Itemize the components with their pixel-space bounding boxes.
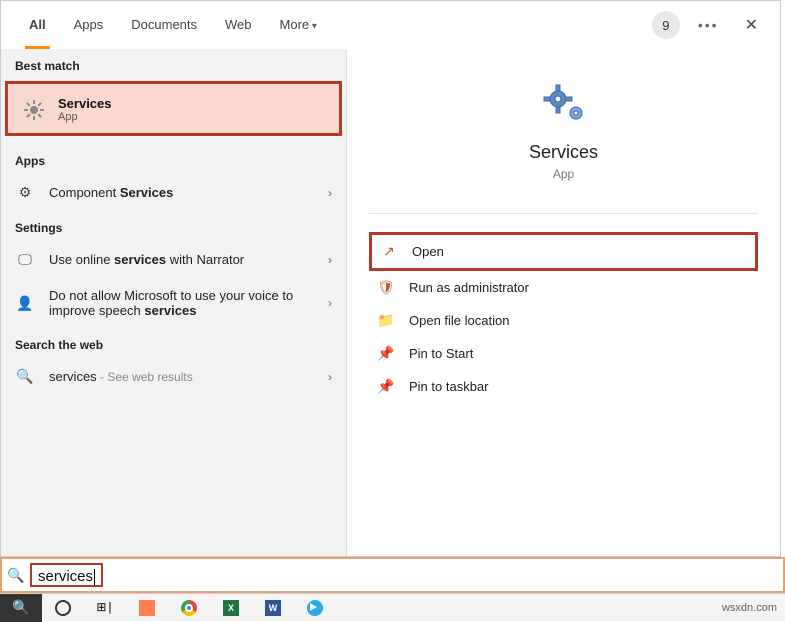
watermark-text: wsxdn.com [722, 602, 785, 614]
chevron-right-icon: › [328, 370, 332, 384]
gear-icon: ⚙ [15, 184, 35, 201]
pin-icon: 📌 [377, 345, 395, 362]
search-input[interactable]: services [30, 563, 103, 587]
person-icon: 👤 [15, 295, 35, 312]
result-component-services[interactable]: ⚙ Component Services › [1, 174, 346, 211]
result-speech-services[interactable]: 👤 Do not allow Microsoft to use your voi… [1, 278, 346, 328]
best-match-subtitle: App [58, 111, 112, 123]
close-icon[interactable]: ✕ [737, 15, 766, 35]
taskbar-cortana-icon[interactable] [42, 594, 84, 622]
tab-more[interactable]: More [266, 1, 331, 49]
section-web: Search the web [1, 328, 346, 358]
action-pin-taskbar[interactable]: 📌 Pin to taskbar [369, 370, 758, 403]
shield-icon: 🛡 [377, 279, 395, 296]
details-pane: Services App ↗ Open 🛡 Run as administrat… [346, 49, 780, 556]
filter-tabs: All Apps Documents Web More 9 ••• ✕ [1, 1, 780, 49]
reward-badge[interactable]: 9 [652, 11, 680, 39]
action-open[interactable]: ↗ Open [369, 232, 758, 271]
section-best-match: Best match [1, 49, 346, 79]
more-options-icon[interactable]: ••• [698, 17, 719, 33]
folder-icon: 📁 [377, 312, 395, 329]
result-label: Component Services [49, 185, 314, 200]
result-web-services[interactable]: 🔍 services - See web results › [1, 358, 346, 395]
chevron-right-icon: › [328, 186, 332, 200]
services-app-icon [538, 79, 590, 127]
best-match-title: Services [58, 96, 112, 111]
action-file-location[interactable]: 📁 Open file location [369, 304, 758, 337]
results-list: Best match Services App Apps ⚙ Component… [1, 49, 346, 556]
result-label: Use online services with Narrator [49, 252, 314, 267]
taskbar-excel-icon[interactable]: X [210, 594, 252, 622]
result-narrator-services[interactable]: 🖵 Use online services with Narrator › [1, 241, 346, 278]
action-pin-start[interactable]: 📌 Pin to Start [369, 337, 758, 370]
action-label: Run as administrator [409, 280, 529, 295]
action-run-admin[interactable]: 🛡 Run as administrator [369, 271, 758, 304]
taskbar-word-icon[interactable]: W [252, 594, 294, 622]
taskbar-telegram-icon[interactable] [294, 594, 336, 622]
open-icon: ↗ [380, 243, 398, 260]
result-label: services - See web results [49, 369, 314, 384]
section-settings: Settings [1, 211, 346, 241]
tab-apps[interactable]: Apps [60, 1, 118, 49]
taskbar-search-icon[interactable]: 🔍 [0, 594, 42, 622]
gear-icon [22, 98, 46, 122]
tab-documents[interactable]: Documents [117, 1, 211, 49]
details-title: Services [357, 142, 770, 163]
section-apps: Apps [1, 144, 346, 174]
details-subtitle: App [357, 167, 770, 181]
best-match-result[interactable]: Services App [5, 81, 342, 136]
tab-web[interactable]: Web [211, 1, 266, 49]
action-label: Open file location [409, 313, 509, 328]
search-box[interactable]: 🔍 services [0, 557, 785, 593]
search-results-panel: All Apps Documents Web More 9 ••• ✕ Best… [0, 0, 781, 557]
chevron-right-icon: › [328, 253, 332, 267]
taskbar-app-icon[interactable] [126, 594, 168, 622]
taskbar: 🔍 ⊞| X W wsxdn.com [0, 593, 785, 621]
action-label: Open [412, 244, 444, 259]
tab-all[interactable]: All [15, 1, 60, 49]
narrator-icon: 🖵 [15, 251, 35, 268]
search-icon: 🔍 [2, 567, 30, 584]
taskbar-chrome-icon[interactable] [168, 594, 210, 622]
action-label: Pin to Start [409, 346, 473, 361]
action-label: Pin to taskbar [409, 379, 489, 394]
divider [369, 213, 758, 214]
search-icon: 🔍 [15, 368, 35, 385]
chevron-right-icon: › [328, 296, 332, 310]
taskbar-taskview-icon[interactable]: ⊞| [84, 594, 126, 622]
pin-icon: 📌 [377, 378, 395, 395]
result-label: Do not allow Microsoft to use your voice… [49, 288, 314, 318]
text-caret [94, 569, 95, 585]
